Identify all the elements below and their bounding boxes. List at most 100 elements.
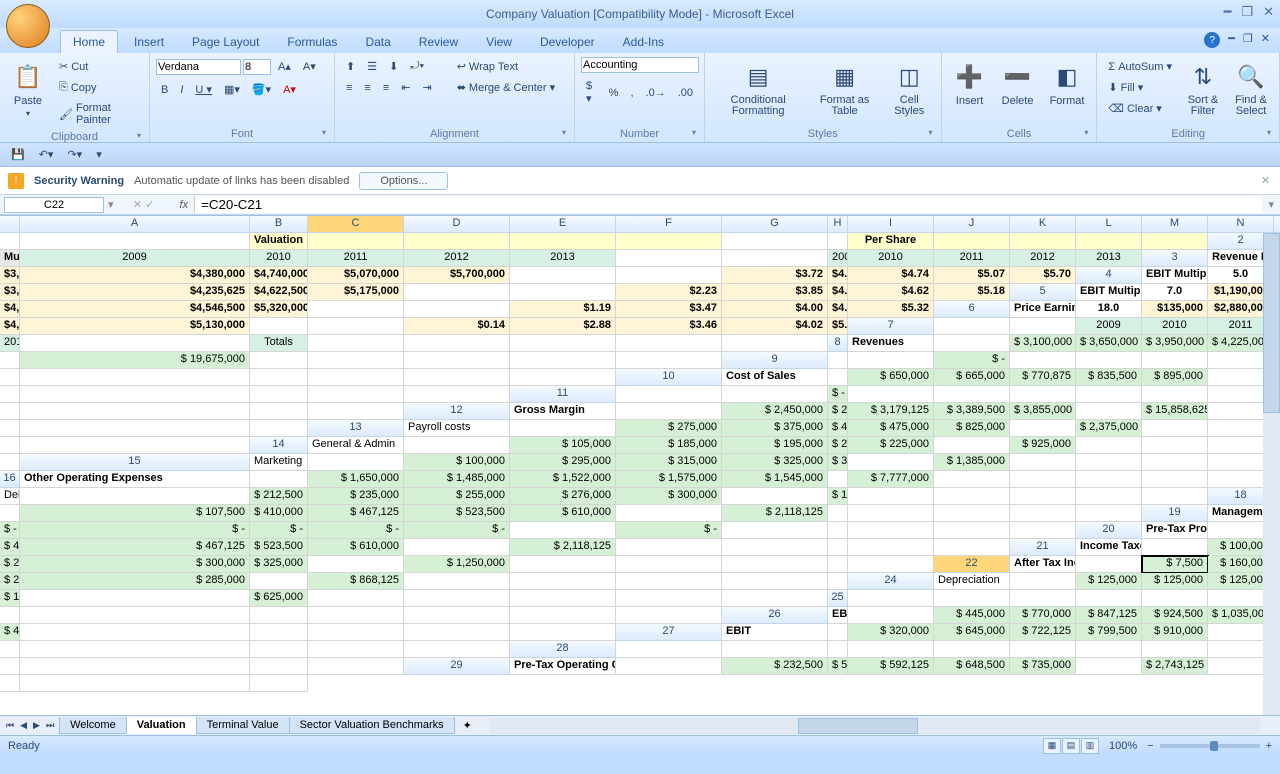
row-header-12[interactable]: 12 <box>404 403 510 420</box>
cell[interactable] <box>934 488 1010 505</box>
zoom-slider[interactable] <box>1160 744 1260 748</box>
delete-cells-button[interactable]: ➖Delete <box>996 57 1040 111</box>
bold-button[interactable]: B <box>156 81 173 99</box>
cell[interactable] <box>1010 454 1076 471</box>
cell-val[interactable]: $3,850,000 <box>0 284 20 301</box>
increase-decimal-button[interactable]: .0→ <box>641 84 671 102</box>
increase-indent-button[interactable]: ⇥ <box>417 78 436 97</box>
cell-dv[interactable]: $ 3,389,500 <box>934 403 1010 420</box>
cell-label[interactable] <box>616 641 722 658</box>
cell[interactable] <box>848 454 934 471</box>
cell-val[interactable]: $4,740,000 <box>250 267 308 284</box>
cell[interactable] <box>1076 658 1142 675</box>
cell-year[interactable]: 2012 <box>404 250 510 267</box>
cell-dv[interactable]: $ 125,000 <box>1076 573 1142 590</box>
find-select-button[interactable]: 🔍Find & Select <box>1229 57 1273 121</box>
first-sheet-button[interactable]: ⏮ <box>4 720 16 731</box>
cell-dv[interactable]: $ 100,000 <box>404 454 510 471</box>
cell[interactable] <box>722 488 828 505</box>
cell-total[interactable]: $ - <box>616 522 722 539</box>
cell[interactable] <box>1010 420 1076 437</box>
cell-dv[interactable]: $ 3,855,000 <box>1010 403 1076 420</box>
cell[interactable] <box>848 488 934 505</box>
cell[interactable] <box>308 624 404 641</box>
cell-label[interactable]: EBIT Multiple after Capex <box>1076 284 1142 301</box>
cell-dv[interactable]: $ 225,000 <box>848 437 934 454</box>
cancel-formula-icon[interactable]: ✕ <box>133 199 142 211</box>
cell-label[interactable]: Other Operating Expenses <box>20 471 250 488</box>
qat-customize-button[interactable]: ▾ <box>91 145 107 164</box>
cell-dv[interactable]: $ 523,500 <box>250 539 308 556</box>
cell[interactable] <box>722 522 828 539</box>
cell-dv[interactable]: $ 425,000 <box>828 420 848 437</box>
cell-dv[interactable]: $ 924,500 <box>1142 607 1208 624</box>
tab-data[interactable]: Data <box>353 31 402 53</box>
office-button[interactable] <box>6 4 50 48</box>
cell-dv[interactable] <box>1010 590 1076 607</box>
cell-label[interactable]: Revenues <box>848 335 934 352</box>
cell-totals-hdr[interactable]: Totals <box>250 335 308 352</box>
cell[interactable] <box>934 335 1010 352</box>
cell-dv[interactable]: $ 467,125 <box>20 539 250 556</box>
zoom-in-button[interactable]: + <box>1266 740 1272 752</box>
cell-dv[interactable] <box>934 386 1010 403</box>
cell-A1[interactable] <box>0 233 20 250</box>
cell-dv[interactable]: $ 275,000 <box>0 556 20 573</box>
cell[interactable] <box>616 556 722 573</box>
cell[interactable] <box>934 522 1010 539</box>
cell[interactable] <box>308 318 404 335</box>
cell-styles-button[interactable]: ◫Cell Styles <box>884 57 935 121</box>
cell[interactable] <box>1142 420 1208 437</box>
cell-dv[interactable]: $ - <box>934 352 1010 369</box>
column-header-A[interactable]: A <box>20 216 250 233</box>
align-right-button[interactable]: ≡ <box>378 79 394 97</box>
cell-dv[interactable]: $ 275,000 <box>616 420 722 437</box>
formula-input[interactable] <box>194 196 1262 213</box>
column-header-N[interactable]: N <box>1208 216 1274 233</box>
sheet-tab-welcome[interactable]: Welcome <box>59 717 127 734</box>
cell-dv[interactable]: $ - <box>0 522 20 539</box>
expand-formula-bar-icon[interactable]: ▾ <box>1262 198 1280 211</box>
cell[interactable] <box>0 420 20 437</box>
font-size-select[interactable] <box>243 59 271 75</box>
help-icon[interactable]: ? <box>1204 32 1220 48</box>
cell-dv[interactable]: $ 467,125 <box>308 505 404 522</box>
cell[interactable] <box>308 369 404 386</box>
cell[interactable] <box>510 522 616 539</box>
cell-dv[interactable]: $ 722,125 <box>1010 624 1076 641</box>
cell-ps[interactable]: $5.07 <box>934 267 1010 284</box>
decrease-decimal-button[interactable]: .00 <box>673 84 698 102</box>
sheet-tab-sector-valuation-benchmarks[interactable]: Sector Valuation Benchmarks <box>289 717 455 734</box>
cell-dv[interactable]: $ 107,500 <box>20 505 250 522</box>
cell[interactable] <box>250 641 308 658</box>
cell[interactable] <box>510 624 616 641</box>
cell-total[interactable] <box>0 369 20 386</box>
tab-add-ins[interactable]: Add-Ins <box>611 31 676 53</box>
prev-sheet-button[interactable]: ◀ <box>18 720 29 731</box>
cell-label[interactable] <box>848 590 934 607</box>
align-bottom-button[interactable]: ⬇ <box>384 57 403 76</box>
row-header-6[interactable]: 6 <box>934 301 1010 318</box>
cell-label[interactable]: EBIT <box>722 624 828 641</box>
cell[interactable] <box>20 658 250 675</box>
cell-label[interactable] <box>616 386 722 403</box>
cell-year2[interactable]: 2010 <box>1142 318 1208 335</box>
cell[interactable] <box>404 539 510 556</box>
cell[interactable] <box>308 454 404 471</box>
cell[interactable] <box>308 403 404 420</box>
cell-label[interactable]: Cost of Sales <box>722 369 828 386</box>
column-header-C[interactable]: C <box>308 216 404 233</box>
cell[interactable] <box>616 233 722 250</box>
cell-dv[interactable]: $ 7,500 <box>1142 556 1208 573</box>
cell[interactable] <box>0 607 20 624</box>
cell[interactable] <box>1076 488 1142 505</box>
cell-ps[interactable]: $4.74 <box>848 267 934 284</box>
cell[interactable] <box>722 335 828 352</box>
align-left-button[interactable]: ≡ <box>341 79 357 97</box>
cell-ps[interactable]: $2.88 <box>510 318 616 335</box>
align-top-button[interactable]: ⬆ <box>341 57 360 76</box>
cell[interactable] <box>308 556 404 573</box>
cell[interactable] <box>1142 539 1208 556</box>
cell-label[interactable]: EBITDA <box>828 607 848 624</box>
cell[interactable] <box>848 607 934 624</box>
